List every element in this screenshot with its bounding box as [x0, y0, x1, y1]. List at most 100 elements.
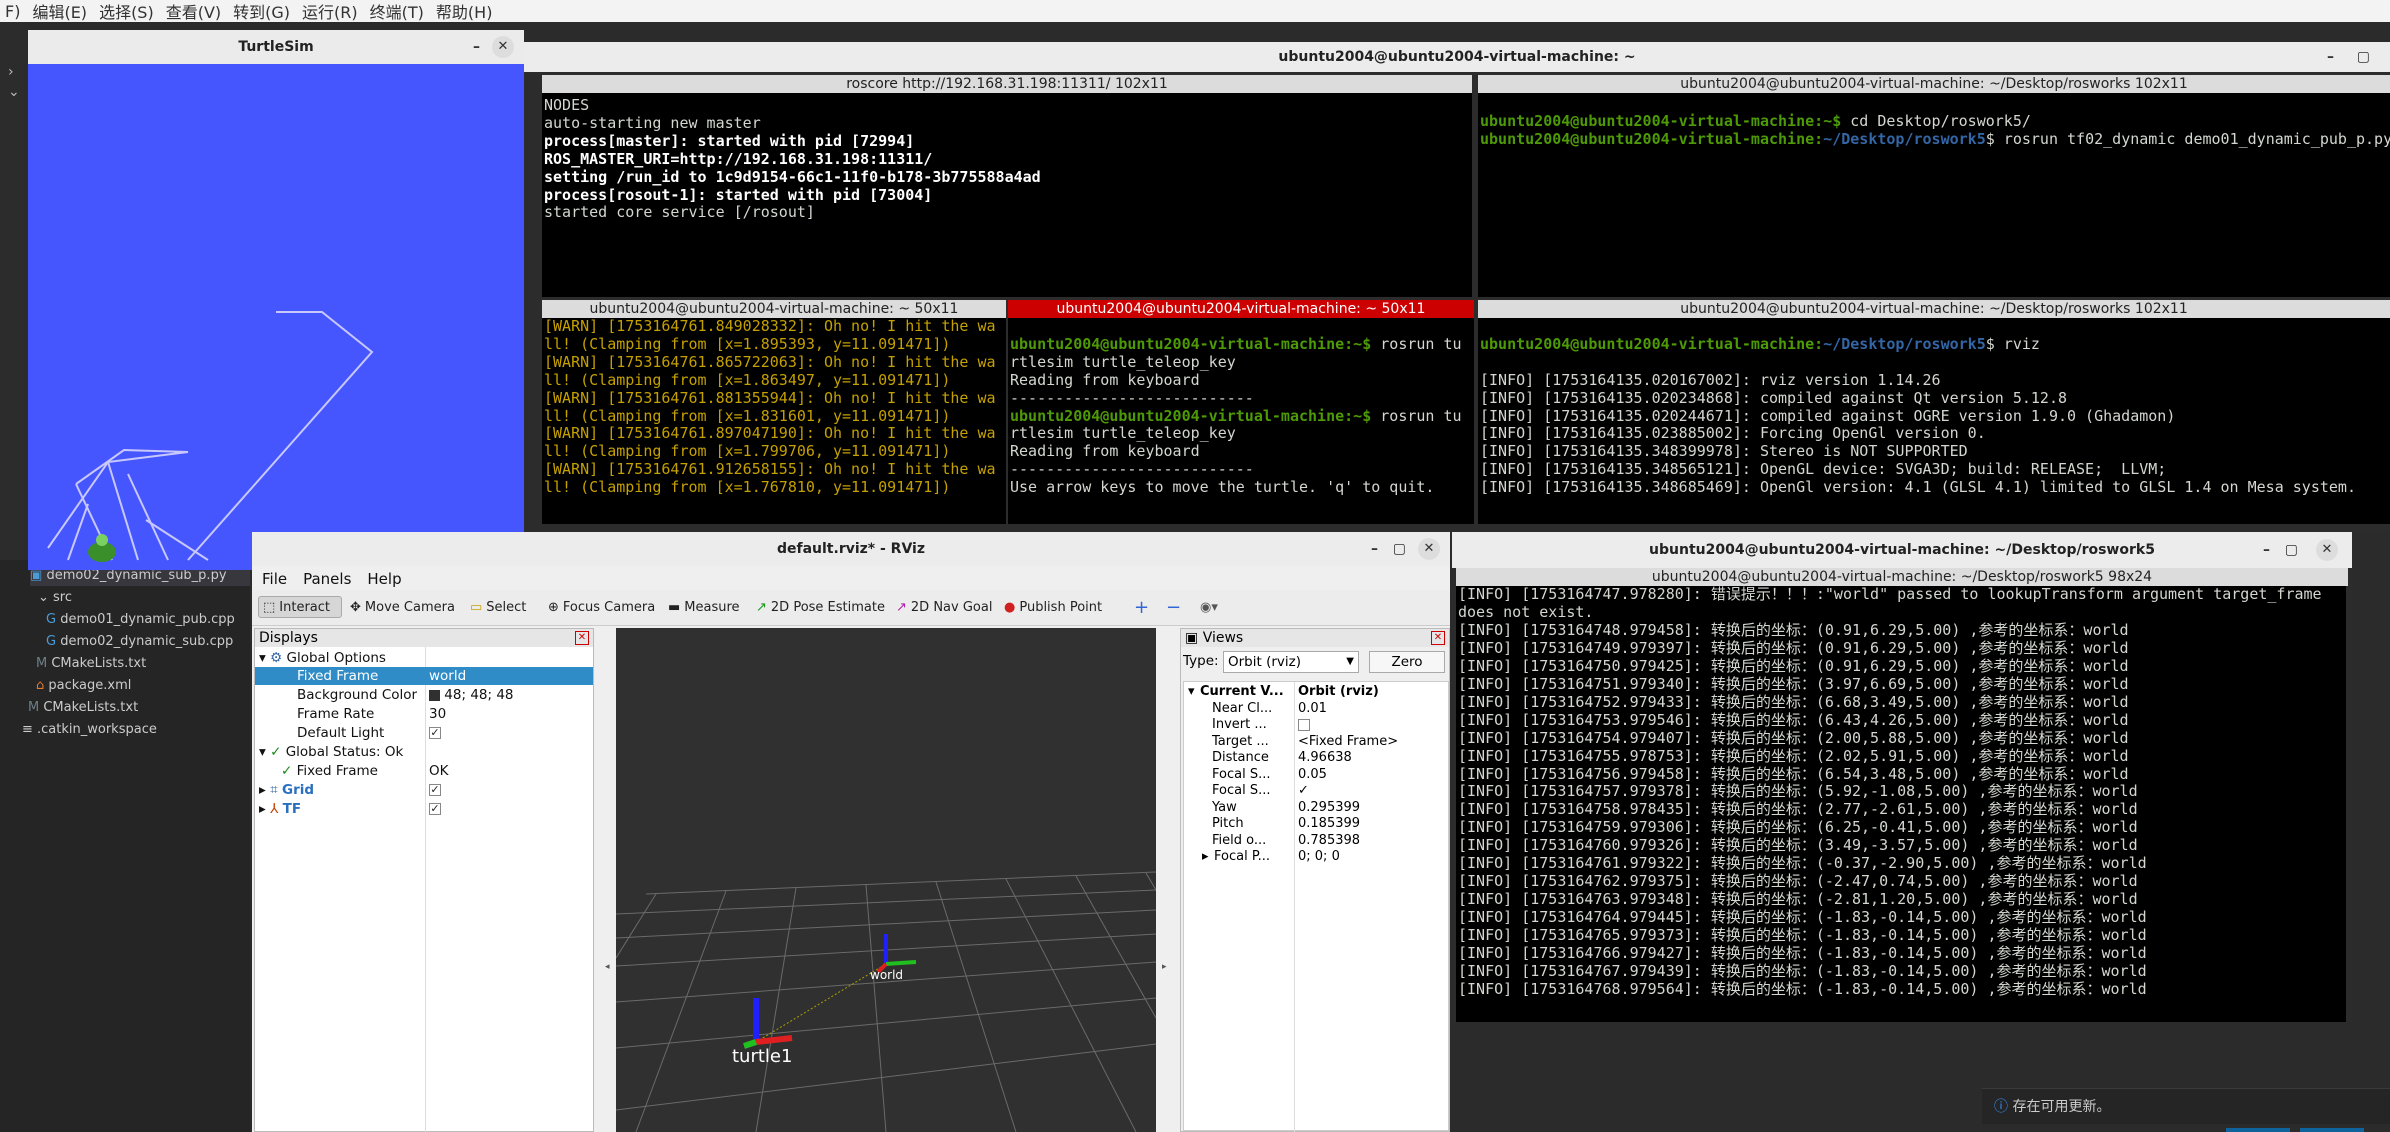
- view-prop-row[interactable]: Target ... <Fixed Frame>: [1184, 734, 1450, 750]
- explorer-item[interactable]: G demo02_dynamic_sub.cpp: [46, 632, 233, 652]
- explorer-item[interactable]: ≡ .catkin_workspace: [22, 720, 157, 740]
- tree-tf[interactable]: ▸ ⅄ TF: [259, 800, 301, 818]
- notification-button[interactable]: [2226, 1128, 2290, 1132]
- terminal-sub-output[interactable]: [INFO] [1753164747.978280]: 错误提示！！！:"wor…: [1456, 586, 2346, 1022]
- menu-item[interactable]: F): [2, 2, 23, 21]
- menu-help[interactable]: Help: [367, 570, 401, 588]
- bg-color-value[interactable]: 48; 48; 48: [429, 686, 514, 704]
- maximize-icon[interactable]: ▢: [1393, 532, 1406, 566]
- turtle-path: [187, 311, 374, 561]
- tf-checkbox[interactable]: ✓: [429, 800, 441, 818]
- render-view[interactable]: world turtle1: [615, 628, 1157, 1132]
- view-prop-row[interactable]: Pitch 0.185399: [1184, 816, 1450, 832]
- explorer-item[interactable]: M CMakeLists.txt: [28, 698, 138, 718]
- status-value: OK: [429, 763, 449, 779]
- terminal-line: [INFO] [1753164135.020234868]: compiled …: [1480, 388, 2067, 407]
- update-notification[interactable]: ⓘ 存在可用更新。: [1982, 1088, 2390, 1124]
- notification-button[interactable]: [2300, 1128, 2364, 1132]
- terminal-rviz[interactable]: ubuntu2004@ubuntu2004-virtual-machine:~/…: [1478, 318, 2390, 524]
- close-panel-icon[interactable]: ✕: [1431, 631, 1445, 645]
- tool-interact[interactable]: ⬚ Interact: [258, 596, 342, 618]
- splitter-left-icon[interactable]: ◂: [605, 962, 610, 972]
- pane-titlebar: roscore http://192.168.31.198:11311/ 102…: [542, 75, 1472, 93]
- tool-publish-point[interactable]: ● Publish Point: [1004, 596, 1102, 618]
- tree-global-status[interactable]: ▾ ✓ Global Status: Ok: [259, 743, 403, 761]
- minimize-icon[interactable]: –: [2327, 42, 2334, 72]
- maximize-icon[interactable]: ▢: [2357, 42, 2370, 72]
- close-icon[interactable]: ✕: [1418, 538, 1440, 560]
- magenta-arrow-icon: ↗: [896, 599, 907, 615]
- frame-rate-value[interactable]: 30: [429, 705, 446, 723]
- view-prop-row[interactable]: Field o... 0.785398: [1184, 833, 1450, 849]
- tree-grid[interactable]: ▸ ⌗ Grid: [259, 781, 314, 799]
- view-prop-value: 0.295399: [1298, 799, 1361, 815]
- view-prop-row[interactable]: Yaw 0.295399: [1184, 800, 1450, 816]
- close-icon[interactable]: ✕: [2316, 539, 2338, 561]
- chevron-right-icon[interactable]: ▸: [1202, 849, 1209, 865]
- view-prop-row[interactable]: Invert ...: [1184, 717, 1450, 733]
- menu-item[interactable]: 终端(T): [367, 0, 427, 23]
- cursor-icon: ⬚: [263, 599, 276, 615]
- menu-item[interactable]: 运行(R): [299, 0, 361, 23]
- tool-2d-pose[interactable]: ↗ 2D Pose Estimate: [756, 596, 885, 618]
- fixed-frame-value[interactable]: world: [429, 667, 466, 685]
- menu-item[interactable]: 帮助(H): [433, 0, 496, 23]
- menu-item[interactable]: 编辑(E): [29, 0, 90, 23]
- terminal-line: [INFO] [1753164757.979378]: 转换后的坐标：(5.92…: [1458, 782, 2138, 801]
- view-prop-row[interactable]: Distance 4.96638: [1184, 750, 1450, 766]
- zero-button[interactable]: Zero: [1369, 651, 1445, 673]
- view-type-select[interactable]: Orbit (rviz) ▼: [1223, 651, 1359, 673]
- view-prop-row[interactable]: ▸ Focal P... 0; 0; 0: [1184, 849, 1450, 865]
- tool-measure[interactable]: ▬ Measure: [668, 596, 740, 618]
- remove-tool-icon[interactable]: −: [1166, 596, 1181, 618]
- minimize-icon[interactable]: –: [1371, 532, 1378, 566]
- menu-item[interactable]: 查看(V): [163, 0, 224, 23]
- menu-file[interactable]: File: [262, 570, 287, 588]
- explorer-item[interactable]: G demo01_dynamic_pub.cpp: [46, 610, 235, 630]
- chevron-down-icon[interactable]: ⌄: [8, 84, 20, 100]
- tool-2d-nav-goal[interactable]: ↗ 2D Nav Goal: [896, 596, 992, 618]
- close-panel-icon[interactable]: ✕: [575, 631, 589, 645]
- tree-global-options[interactable]: ▾ ⚙ Global Options: [259, 649, 386, 667]
- displays-header: Displays ✕: [255, 629, 593, 647]
- eye-icon[interactable]: ◉▾: [1200, 596, 1218, 618]
- terminal-pub[interactable]: ubuntu2004@ubuntu2004-virtual-machine:~$…: [1478, 93, 2390, 297]
- chevron-down-icon[interactable]: ▾: [1188, 684, 1195, 700]
- close-icon[interactable]: ✕: [492, 36, 514, 58]
- view-prop-row[interactable]: Focal S... 0.05: [1184, 767, 1450, 783]
- bg-color-text: 48; 48; 48: [444, 687, 514, 703]
- minimize-icon[interactable]: –: [473, 30, 480, 64]
- terminal-teleop[interactable]: ubuntu2004@ubuntu2004-virtual-machine:~$…: [1008, 318, 1474, 524]
- grid-lines: [615, 871, 1157, 1132]
- menu-item[interactable]: 转到(G): [230, 0, 293, 23]
- tool-focus-camera[interactable]: ⊕ Focus Camera: [548, 596, 655, 618]
- menu-panels[interactable]: Panels: [303, 570, 351, 588]
- view-prop-row[interactable]: ▾ Current V... Orbit (rviz): [1184, 684, 1450, 700]
- terminal-line: ---------------------------: [1010, 388, 1254, 407]
- terminal-roscore[interactable]: NODES auto-starting new master process[mas…: [542, 93, 1472, 297]
- add-tool-icon[interactable]: +: [1134, 596, 1149, 618]
- explorer-item[interactable]: ⌂ package.xml: [36, 676, 131, 696]
- explorer-item[interactable]: M CMakeLists.txt: [36, 654, 146, 674]
- explorer-folder[interactable]: ⌄ src: [38, 588, 72, 608]
- prompt: ubuntu2004@ubuntu2004-virtual-machine:: [1480, 129, 1824, 148]
- maximize-icon[interactable]: ▢: [2285, 532, 2298, 568]
- column-divider: [425, 647, 426, 1132]
- pane-titlebar: ubuntu2004@ubuntu2004-virtual-machine: ~…: [1478, 300, 2390, 318]
- terminal-line: ll! (Clamping from [x=1.767810, y=11.091…: [544, 478, 951, 497]
- default-light-checkbox[interactable]: ✓: [429, 724, 441, 742]
- minimize-icon[interactable]: –: [2263, 532, 2270, 568]
- menu-item[interactable]: 选择(S): [96, 0, 157, 23]
- view-prop-row[interactable]: Near Cl... 0.01: [1184, 701, 1450, 717]
- invert-checkbox[interactable]: [1298, 719, 1310, 731]
- world-axes: [876, 934, 917, 974]
- view-prop-row[interactable]: Focal S... ✓: [1184, 783, 1450, 799]
- terminal-turtlesim[interactable]: [WARN] [1753164761.849028332]: Oh no! I …: [542, 318, 1006, 524]
- chevron-right-icon[interactable]: ›: [8, 64, 14, 80]
- tool-select[interactable]: ▭ Select: [470, 596, 526, 618]
- grid-checkbox[interactable]: ✓: [429, 781, 441, 799]
- splitter-right-icon[interactable]: ▸: [1162, 962, 1167, 972]
- pin-icon: ●: [1004, 599, 1016, 615]
- tool-move-camera[interactable]: ✥ Move Camera: [350, 596, 455, 618]
- tool-label: Interact: [279, 599, 331, 615]
